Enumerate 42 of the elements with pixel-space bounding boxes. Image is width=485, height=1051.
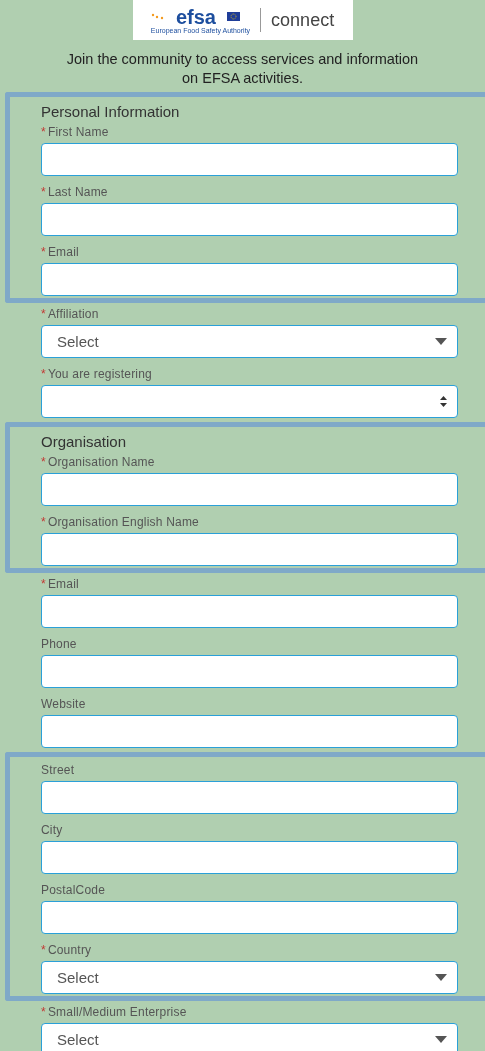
logo-text: efsa (175, 6, 217, 27)
spinner-field[interactable] (41, 385, 458, 418)
intro-text: on EFSA activities. (182, 69, 303, 88)
spinner-icon (440, 396, 447, 407)
select-field[interactable]: Select (41, 325, 458, 358)
dots-icon (150, 12, 165, 21)
input-field[interactable] (41, 655, 458, 688)
field-label: * First Name (41, 125, 110, 139)
section-heading: Organisation (41, 433, 128, 450)
input-field[interactable] (41, 781, 458, 814)
field-label: Website (41, 697, 87, 711)
field-label: * You are registering (41, 367, 153, 381)
field-label: * Small/Medium Enterprise (41, 1005, 188, 1019)
input-field[interactable] (41, 715, 458, 748)
input-field[interactable] (41, 143, 458, 176)
input-field[interactable] (41, 841, 458, 874)
input-field[interactable] (41, 901, 458, 934)
caret-icon (435, 974, 447, 981)
input-field[interactable] (41, 533, 458, 566)
section-heading: Personal Information (41, 103, 181, 120)
input-field[interactable] (41, 263, 458, 296)
field-label: * Email (41, 577, 80, 591)
intro-text: Join the community to access services and information (66, 50, 419, 69)
field-label: * Country (41, 943, 93, 957)
field-label: * Organisation Name (41, 455, 156, 469)
field-label: * Affiliation (41, 307, 100, 321)
field-label: PostalCode (41, 883, 107, 897)
input-field[interactable] (41, 203, 458, 236)
field-label: Phone (41, 637, 78, 651)
product-name: connect (271, 9, 335, 31)
input-field[interactable] (41, 473, 458, 506)
field-label: Street (41, 763, 76, 777)
caret-icon (435, 338, 447, 345)
input-field[interactable] (41, 595, 458, 628)
select-field[interactable]: Select (41, 1023, 458, 1051)
field-label: City (41, 823, 64, 837)
flag-icon (227, 12, 240, 21)
field-label: * Email (41, 245, 80, 259)
field-label: * Last Name (41, 185, 109, 199)
caret-icon (435, 1036, 447, 1043)
select-field[interactable]: Select (41, 961, 458, 994)
field-label: * Organisation English Name (41, 515, 200, 529)
